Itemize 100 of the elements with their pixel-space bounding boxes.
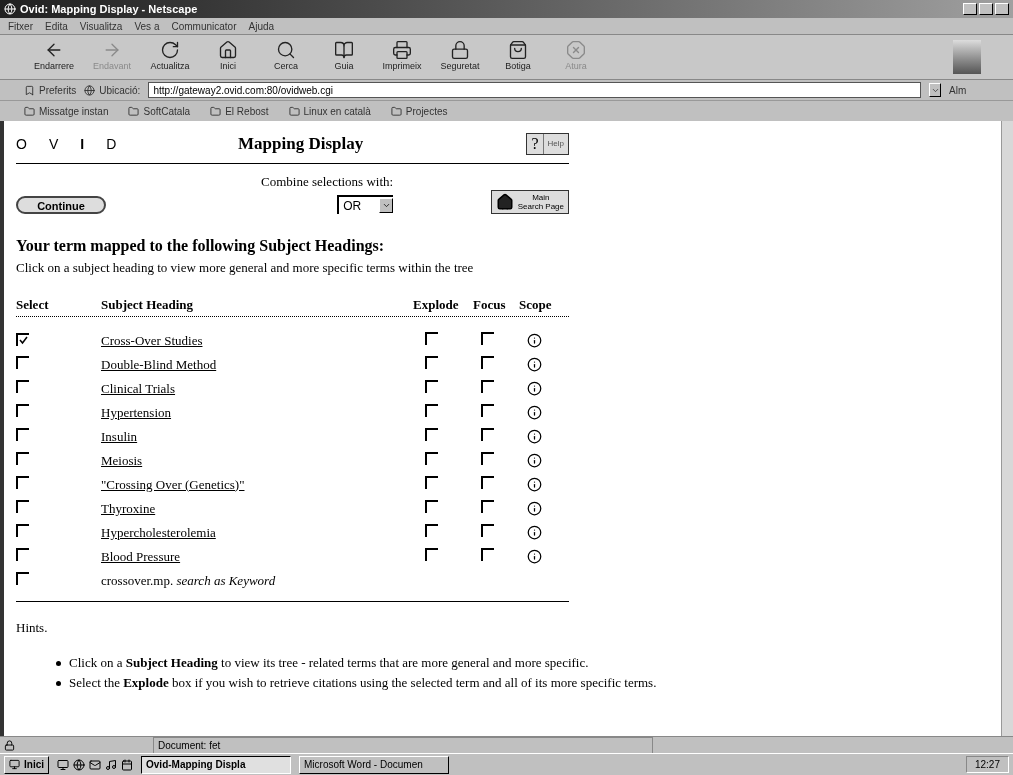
- quick-launch-icon[interactable]: [105, 758, 117, 771]
- status-text: Document: fet: [153, 736, 653, 754]
- folder-icon: [390, 105, 402, 117]
- app-icon: [4, 3, 16, 15]
- subject-heading-link[interactable]: Blood Pressure: [101, 546, 413, 567]
- menu-item[interactable]: Edita: [45, 18, 68, 34]
- folder-icon: [128, 105, 140, 117]
- main-search-button[interactable]: Main Search Page: [490, 190, 569, 214]
- column-header: Scope: [519, 295, 552, 314]
- url-field[interactable]: http://gateway2.ovid.com:80/ovidweb.cgi: [148, 82, 921, 98]
- continue-button[interactable]: Continue: [16, 196, 106, 214]
- scrollbar[interactable]: [1001, 121, 1013, 736]
- check-icon: [19, 335, 28, 345]
- info-icon[interactable]: [527, 429, 542, 444]
- printer-icon: [392, 40, 412, 61]
- taskbar-button[interactable]: Ovid-Mapping Displa: [141, 755, 291, 774]
- info-icon[interactable]: [527, 453, 542, 468]
- personal-bar-link[interactable]: Missatge instan: [24, 103, 109, 119]
- combine-label: Combine selections with:: [261, 172, 394, 191]
- toolbar-button[interactable]: Botiga: [496, 40, 540, 74]
- bookmark-icon: [24, 84, 35, 96]
- subject-heading-link[interactable]: Insulin: [101, 426, 413, 447]
- globe-icon: [84, 84, 96, 96]
- home-icon: [218, 40, 238, 61]
- toolbar-button[interactable]: Seguretat: [438, 40, 482, 74]
- toolbar-button[interactable]: Cerca: [264, 40, 308, 74]
- info-icon[interactable]: [527, 357, 542, 372]
- bullet-icon: [56, 660, 61, 666]
- lock-icon: [4, 739, 15, 751]
- column-header: Explode: [413, 295, 460, 314]
- toolbar-button[interactable]: Guia: [322, 40, 366, 74]
- start-button[interactable]: Inici: [4, 755, 49, 774]
- subject-heading-link[interactable]: Hypercholesterolemia: [101, 522, 413, 543]
- location-label: Ubicació:: [84, 82, 141, 98]
- subject-heading-link[interactable]: Hypertension: [101, 402, 413, 423]
- checkbox[interactable]: [16, 332, 29, 346]
- info-icon[interactable]: [527, 477, 542, 492]
- bag-icon: [508, 40, 528, 61]
- menu-item[interactable]: Visualitza: [79, 18, 123, 34]
- info-icon[interactable]: [527, 501, 542, 516]
- hints-title: Hints.: [16, 618, 49, 637]
- personal-bar-link[interactable]: El Rebost: [210, 103, 269, 119]
- quick-launch-icon[interactable]: [89, 758, 101, 771]
- hint-text: Select the Explode box if you wish to retrieve citations using the selected term and all of its more specific terms.: [69, 674, 657, 693]
- minimize-button[interactable]: [963, 3, 977, 15]
- personal-bar-link[interactable]: SoftCatala: [128, 103, 191, 119]
- window-title: Ovid: Mapping Display - Netscape: [20, 1, 198, 17]
- personal-bar-link[interactable]: Projectes: [390, 103, 448, 119]
- info-icon[interactable]: [527, 333, 542, 348]
- subject-heading-link[interactable]: Cross-Over Studies: [101, 330, 413, 351]
- monitor-icon: [9, 759, 20, 770]
- folder-icon: [210, 105, 222, 117]
- info-icon[interactable]: [527, 381, 542, 396]
- clock: 12:27: [965, 756, 1009, 773]
- toolbar-button[interactable]: Actualitza: [148, 40, 192, 74]
- quick-launch-icon[interactable]: [57, 758, 69, 771]
- combine-select[interactable]: OR: [337, 195, 394, 214]
- search-icon: [276, 40, 296, 61]
- quick-launch-icon[interactable]: [121, 758, 133, 771]
- subject-heading-link[interactable]: Clinical Trials: [101, 378, 413, 399]
- info-icon[interactable]: [527, 549, 542, 564]
- bullet-icon: [56, 680, 61, 686]
- folder-icon: [288, 105, 300, 117]
- dropdown-button[interactable]: [929, 83, 941, 97]
- page-title: Mapping Display: [238, 133, 364, 156]
- bookmarks-button[interactable]: Preferits: [24, 82, 77, 98]
- personal-bar-link[interactable]: Linux en català: [288, 103, 371, 119]
- toolbar-button[interactable]: Imprimeix: [380, 40, 424, 74]
- ovid-logo: O V I D: [16, 134, 118, 154]
- stop-icon: [566, 40, 586, 61]
- home-icon: [495, 193, 514, 211]
- info-icon[interactable]: [527, 525, 542, 540]
- column-header: Subject Heading: [101, 295, 195, 314]
- quick-launch-icon[interactable]: [73, 758, 85, 771]
- column-header: Focus: [473, 295, 507, 314]
- menu-item[interactable]: Communicator: [171, 18, 237, 34]
- subject-heading-link[interactable]: "Crossing Over (Genetics)": [101, 474, 413, 495]
- help-button[interactable]: ? Help: [526, 133, 569, 155]
- side-label: Alm: [949, 83, 968, 98]
- column-header: Select: [16, 295, 50, 314]
- close-button[interactable]: [995, 3, 1009, 15]
- info-icon[interactable]: [527, 405, 542, 420]
- keyword-search-text: crossover.mp. search as Keyword: [101, 571, 276, 590]
- hint-text: Click on a Subject Heading to view its tree - related terms that are more general and more specific.: [69, 654, 589, 673]
- subject-heading-link[interactable]: Thyroxine: [101, 498, 413, 519]
- subject-heading-link[interactable]: Double-Blind Method: [101, 354, 413, 375]
- toolbar-button[interactable]: Inici: [206, 40, 250, 74]
- book-icon: [334, 40, 354, 61]
- menu-item[interactable]: Ajuda: [248, 18, 275, 34]
- folder-icon: [24, 105, 35, 117]
- reload-icon: [160, 40, 180, 61]
- results-description: Click on a subject heading to view more general and more specific terms within the tree: [16, 259, 475, 277]
- results-heading: Your term mapped to the following Subject Headings:: [16, 236, 386, 257]
- menu-item[interactable]: Ves a: [134, 18, 160, 34]
- toolbar-button[interactable]: Endarrere: [32, 40, 76, 74]
- taskbar-button[interactable]: Microsoft Word - Documen: [299, 755, 449, 774]
- maximize-button[interactable]: [979, 3, 993, 15]
- menu-item[interactable]: Fitxer: [8, 18, 33, 34]
- chevron-down-icon: [381, 201, 391, 210]
- subject-heading-link[interactable]: Meiosis: [101, 450, 413, 471]
